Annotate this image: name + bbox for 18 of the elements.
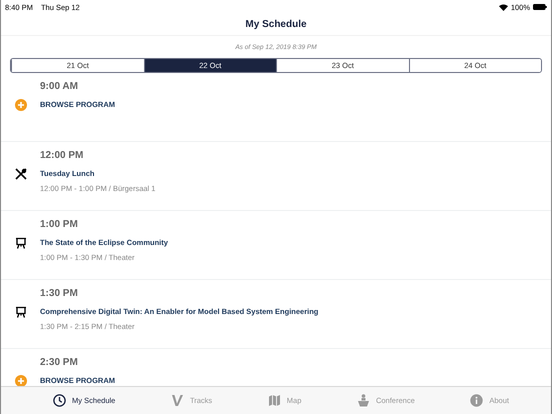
time-heading: 1:00 PM	[40, 219, 79, 232]
screen-title: My Schedule	[245, 19, 307, 30]
speaker-podium-icon	[356, 394, 370, 407]
plus-circle-icon[interactable]	[15, 375, 27, 386]
info-icon	[470, 394, 484, 407]
wifi-icon	[498, 4, 508, 10]
clock-icon	[53, 394, 66, 407]
time-heading: 9:00 AM	[40, 81, 79, 94]
utensils-icon	[15, 168, 27, 180]
plus-circle-icon[interactable]	[15, 99, 27, 111]
time-heading: 1:30 PM	[40, 288, 79, 301]
time-heading: 12:00 PM	[40, 150, 84, 163]
presentation-board-icon	[15, 306, 27, 318]
battery-icon	[533, 4, 547, 10]
map-icon	[268, 394, 281, 407]
presentation-board-icon	[15, 237, 27, 249]
time-heading: 2:30 PM	[40, 357, 79, 370]
check-mark-icon	[170, 394, 184, 407]
